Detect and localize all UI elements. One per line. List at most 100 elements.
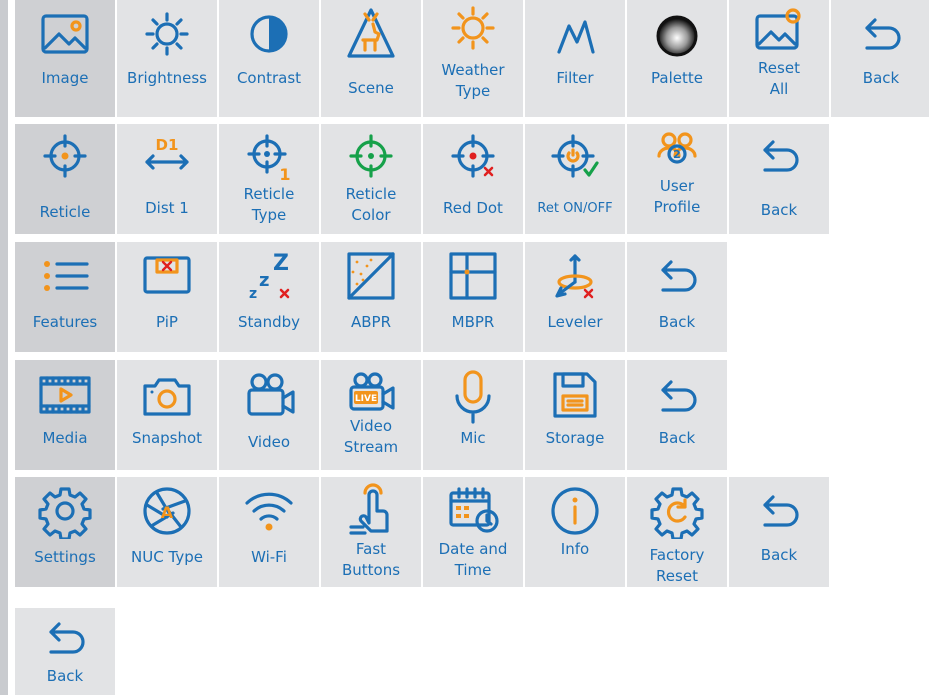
abpr-label: ABPR [350, 313, 392, 331]
weather-type-button[interactable]: Weather Type [423, 0, 523, 117]
date-time-button[interactable]: Date and Time [423, 477, 523, 587]
back-label: Back [760, 201, 798, 219]
contrast-icon [241, 6, 297, 62]
dist1-icon-text: D1 [156, 136, 179, 154]
scene-button[interactable]: Scene [321, 0, 421, 117]
leveler-button[interactable]: Leveler [525, 242, 625, 352]
back-button[interactable]: Back [627, 360, 727, 470]
video-stream-button[interactable]: LIVE Video Stream [321, 360, 421, 470]
nuc-type-button[interactable]: A NUC Type [117, 477, 217, 587]
standby-button[interactable]: z z Z Standby [219, 242, 319, 352]
back-button[interactable]: Back [729, 124, 829, 234]
weather-type-label: Weather Type [441, 61, 505, 100]
back-label: Back [862, 69, 900, 87]
svg-text:z: z [259, 270, 269, 291]
reticle-type-button[interactable]: 1 Reticle Type [219, 124, 319, 234]
nuc-type-letter: A [161, 503, 174, 522]
back-button[interactable]: Back [15, 608, 115, 695]
image-button[interactable]: Image [15, 0, 115, 117]
settings-label: Settings [34, 548, 96, 566]
settings-button[interactable]: Settings [15, 477, 115, 587]
fast-buttons-label: Fast Buttons [341, 540, 401, 579]
back-label: Back [658, 429, 696, 447]
back-button[interactable]: Back [831, 0, 929, 117]
wifi-icon [241, 483, 297, 539]
filter-label: Filter [556, 69, 594, 87]
reticle-type-label: Reticle Type [243, 185, 295, 224]
abpr-button[interactable]: ABPR [321, 242, 421, 352]
back-arrow-icon [649, 368, 705, 424]
mic-label: Mic [460, 429, 486, 447]
microphone-icon [445, 368, 501, 424]
back-button[interactable]: Back [627, 242, 727, 352]
contrast-label: Contrast [236, 69, 302, 87]
back-button[interactable]: Back [729, 477, 829, 587]
gear-reset-icon [649, 483, 705, 539]
standby-label: Standby [237, 313, 301, 331]
reticle-type-number: 1 [279, 165, 290, 184]
mic-button[interactable]: Mic [423, 360, 523, 470]
info-label: Info [560, 540, 590, 558]
reticle-color-button[interactable]: Reticle Color [321, 124, 421, 234]
filter-button[interactable]: Filter [525, 0, 625, 117]
svg-text:Z: Z [273, 251, 289, 276]
filter-icon [547, 6, 603, 62]
reticle-button[interactable]: Reticle [15, 124, 115, 234]
distance-arrows-icon: D1 [139, 128, 195, 184]
back-arrow-icon [853, 6, 909, 62]
brightness-button[interactable]: Brightness [117, 0, 217, 117]
pip-button[interactable]: PiP [117, 242, 217, 352]
fast-buttons-button[interactable]: Fast Buttons [321, 477, 421, 587]
red-dot-icon [445, 128, 501, 184]
reset-all-button[interactable]: Reset All [729, 0, 829, 117]
storage-button[interactable]: Storage [525, 360, 625, 470]
user-profile-label: User Profile [653, 177, 701, 216]
reticle-menu-row: Reticle D1 Dist 1 1 Reticle Type Reticle… [15, 124, 829, 234]
snapshot-button[interactable]: Snapshot [117, 360, 217, 470]
left-scroll-bar [0, 0, 8, 695]
abpr-icon [343, 248, 399, 304]
features-button[interactable]: Features [15, 242, 115, 352]
red-dot-button[interactable]: Red Dot [423, 124, 523, 234]
wifi-button[interactable]: Wi-Fi [219, 477, 319, 587]
contrast-button[interactable]: Contrast [219, 0, 319, 117]
main-back-row: Back [15, 608, 115, 695]
palette-button[interactable]: Palette [627, 0, 727, 117]
user-profile-icon: 2 [649, 124, 705, 180]
video-stream-label: Video Stream [343, 417, 399, 456]
list-icon [37, 248, 93, 304]
info-button[interactable]: Info [525, 477, 625, 587]
image-menu-row: Image Brightness Contrast Scene Weather … [15, 0, 929, 117]
back-arrow-icon [751, 128, 807, 184]
dist1-button[interactable]: D1 Dist 1 [117, 124, 217, 234]
live-badge: LIVE [355, 394, 377, 404]
image-reset-icon [751, 2, 807, 58]
settings-menu-row: Settings A NUC Type Wi-Fi Fast Buttons D… [15, 477, 829, 587]
ret-onoff-button[interactable]: Ret ON/OFF [525, 124, 625, 234]
reticle-label: Reticle [39, 203, 91, 221]
sleep-zzz-icon: z z Z [241, 248, 297, 304]
film-strip-icon [37, 368, 93, 424]
red-dot-label: Red Dot [443, 199, 503, 217]
back-label: Back [658, 313, 696, 331]
palette-icon [649, 6, 705, 62]
leveler-label: Leveler [547, 313, 603, 331]
svg-text:z: z [249, 286, 257, 302]
factory-reset-button[interactable]: Factory Reset [627, 477, 727, 587]
picture-in-picture-icon [139, 248, 195, 304]
mbpr-label: MBPR [451, 313, 495, 331]
camera-icon [139, 368, 195, 424]
user-profile-button[interactable]: 2 User Profile [627, 124, 727, 234]
mbpr-button[interactable]: MBPR [423, 242, 523, 352]
video-button[interactable]: Video [219, 360, 319, 470]
reticle-color-label: Reticle Color [345, 185, 397, 224]
reticle-power-icon [547, 128, 603, 184]
floppy-disk-icon [547, 368, 603, 424]
brightness-icon [139, 6, 195, 62]
media-button[interactable]: Media [15, 360, 115, 470]
info-icon [547, 483, 603, 539]
media-label: Media [42, 429, 88, 447]
video-camera-icon [241, 368, 297, 424]
palette-label: Palette [651, 69, 703, 87]
ret-onoff-label: Ret ON/OFF [537, 201, 613, 216]
